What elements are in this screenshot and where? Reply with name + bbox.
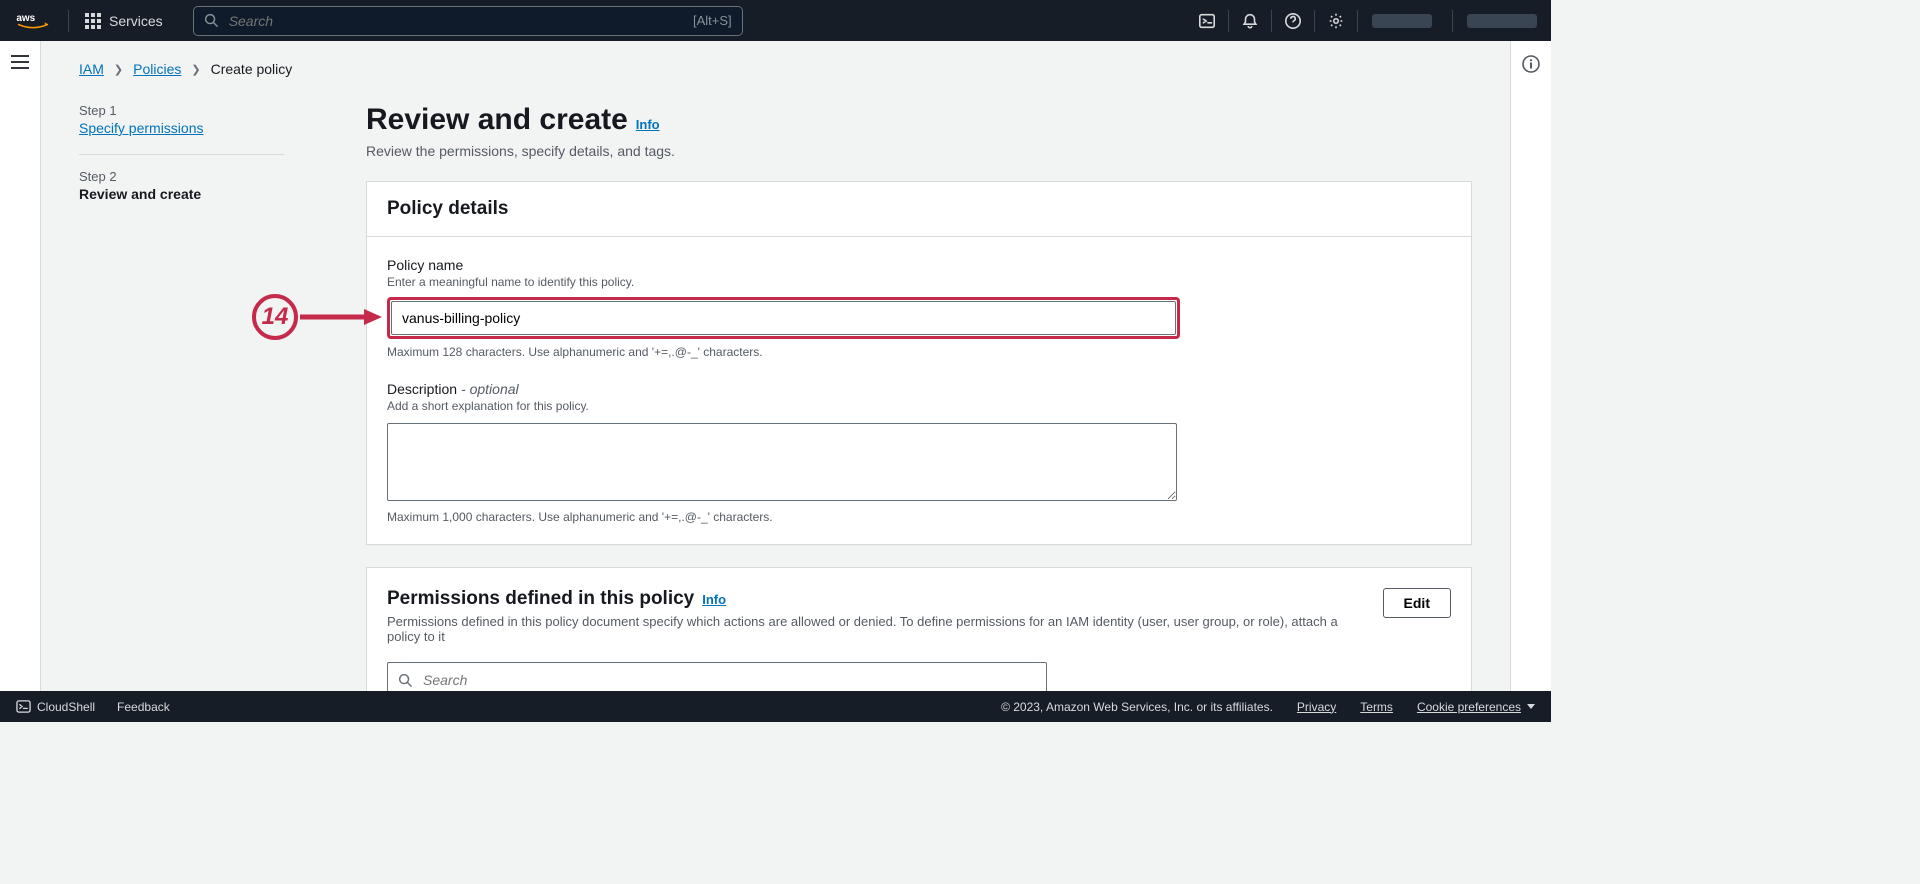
step-annotation: 14: [252, 294, 382, 340]
top-navigation: aws Services [Alt+S]: [0, 0, 1551, 41]
policy-details-panel: Policy details Policy name Enter a meani…: [366, 181, 1472, 545]
caret-down-icon: [1527, 704, 1535, 709]
arrow-right-icon: [298, 307, 382, 327]
separator: [1357, 10, 1358, 32]
page-info-link[interactable]: Info: [636, 117, 660, 132]
permissions-title: Permissions defined in this policy: [387, 588, 694, 610]
breadcrumb-current: Create policy: [211, 61, 293, 77]
breadcrumb-iam[interactable]: IAM: [79, 61, 104, 77]
description-hint: Maximum 1,000 characters. Use alphanumer…: [387, 510, 1451, 524]
terms-link[interactable]: Terms: [1360, 700, 1393, 714]
search-input[interactable]: [219, 13, 685, 29]
feedback-link[interactable]: Feedback: [117, 700, 170, 714]
hamburger-icon: [11, 55, 29, 69]
chevron-right-icon: ❯: [114, 63, 123, 76]
search-icon: [398, 673, 413, 688]
info-circle-icon: [1522, 55, 1540, 73]
side-nav-toggle[interactable]: [0, 41, 41, 722]
search-shortcut: [Alt+S]: [693, 13, 732, 28]
help-icon[interactable]: [1272, 0, 1314, 41]
services-button[interactable]: Services: [69, 0, 179, 41]
wizard-stepper: Step 1 Specify permissions Step 2 Review…: [79, 103, 284, 691]
step-1-link[interactable]: Specify permissions: [79, 120, 204, 136]
svg-text:aws: aws: [16, 13, 35, 24]
policy-name-input[interactable]: [391, 301, 1176, 335]
account-placeholder[interactable]: [1467, 14, 1537, 28]
cloudshell-button[interactable]: CloudShell: [16, 699, 95, 714]
permissions-info-link[interactable]: Info: [702, 592, 726, 607]
services-label: Services: [109, 13, 163, 29]
policy-name-label: Policy name: [387, 257, 1451, 273]
notifications-icon[interactable]: [1229, 0, 1271, 41]
description-desc: Add a short explanation for this policy.: [387, 399, 1451, 413]
step-2-number: Step 2: [79, 169, 284, 184]
settings-icon[interactable]: [1315, 0, 1357, 41]
edit-permissions-button[interactable]: Edit: [1383, 588, 1451, 618]
description-input[interactable]: [387, 423, 1177, 501]
permissions-search-input[interactable]: [413, 672, 1036, 688]
cookie-preferences-link[interactable]: Cookie preferences: [1417, 700, 1521, 714]
copyright: © 2023, Amazon Web Services, Inc. or its…: [1001, 700, 1273, 714]
policy-details-title: Policy details: [387, 198, 508, 220]
cloudshell-label: CloudShell: [37, 700, 95, 714]
policy-name-hint: Maximum 128 characters. Use alphanumeric…: [387, 345, 1451, 359]
policy-name-highlight: 14: [387, 297, 1180, 339]
global-search[interactable]: [Alt+S]: [193, 6, 743, 36]
aws-logo[interactable]: aws: [16, 11, 50, 31]
permissions-search[interactable]: [387, 662, 1047, 691]
permissions-panel: Permissions defined in this policy Info …: [366, 567, 1472, 691]
footer: CloudShell Feedback © 2023, Amazon Web S…: [0, 691, 1551, 722]
description-optional: - optional: [461, 381, 519, 397]
description-label: Description: [387, 381, 457, 397]
page-subtitle: Review the permissions, specify details,…: [366, 143, 1472, 159]
terminal-icon: [16, 699, 31, 714]
grid-icon: [85, 13, 101, 29]
info-panel-toggle[interactable]: [1510, 41, 1551, 722]
separator: [1452, 10, 1453, 32]
step-1-number: Step 1: [79, 103, 284, 118]
page-content: IAM ❯ Policies ❯ Create policy Step 1 Sp…: [41, 41, 1510, 691]
breadcrumb: IAM ❯ Policies ❯ Create policy: [79, 61, 1472, 77]
step-2-active: Review and create: [79, 186, 284, 202]
chevron-right-icon: ❯: [191, 63, 200, 76]
breadcrumb-policies[interactable]: Policies: [133, 61, 181, 77]
policy-name-desc: Enter a meaningful name to identify this…: [387, 275, 1451, 289]
region-placeholder[interactable]: [1372, 14, 1432, 28]
permissions-subtitle: Permissions defined in this policy docum…: [387, 614, 1367, 644]
annotation-number: 14: [252, 294, 298, 340]
privacy-link[interactable]: Privacy: [1297, 700, 1336, 714]
search-icon: [204, 13, 219, 28]
cloudshell-icon[interactable]: [1186, 0, 1228, 41]
page-title: Review and create: [366, 103, 628, 137]
